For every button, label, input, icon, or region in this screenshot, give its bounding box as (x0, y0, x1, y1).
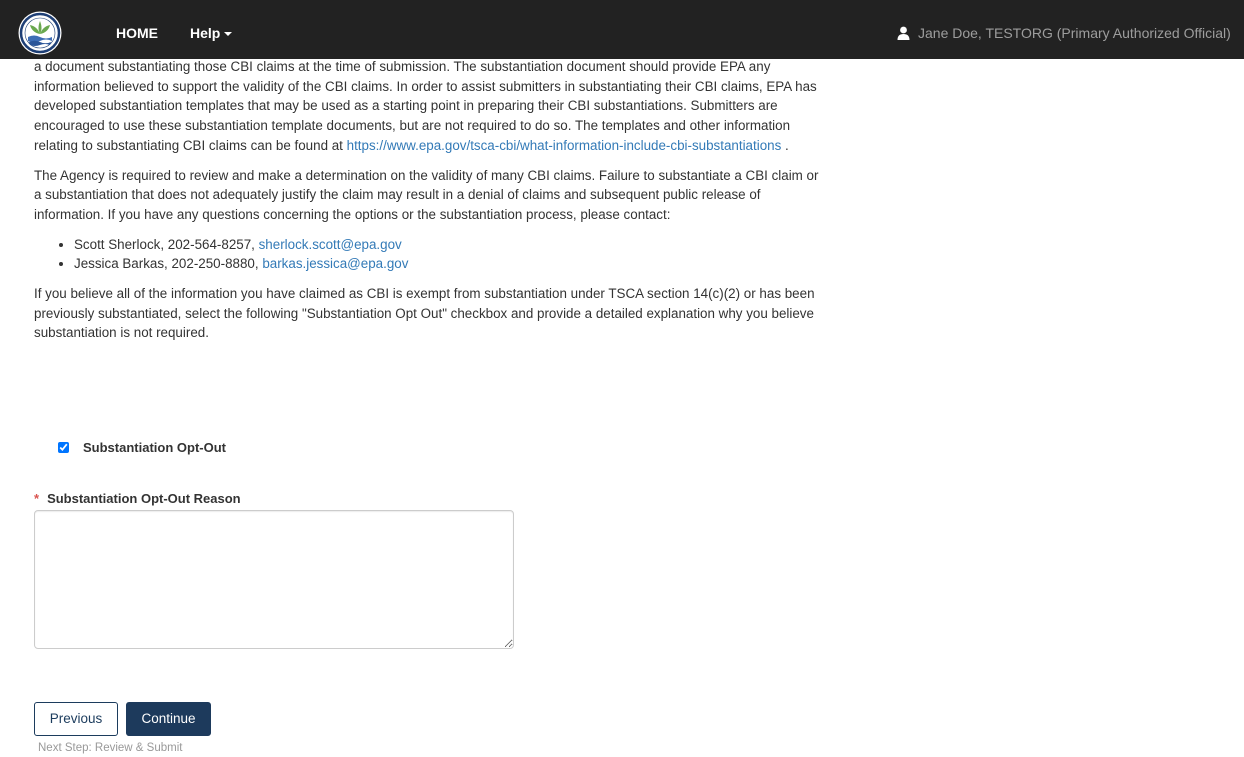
contact-item: Scott Sherlock, 202-564-8257, sherlock.s… (74, 235, 829, 255)
opt-out-reason-textarea[interactable] (34, 510, 514, 649)
nav-help-dropdown[interactable]: Help (190, 25, 233, 41)
previous-button[interactable]: Previous (34, 702, 118, 736)
caret-down-icon (224, 32, 233, 37)
contact-list: Scott Sherlock, 202-564-8257, sherlock.s… (34, 235, 829, 274)
substantiation-opt-out-checkbox-row[interactable]: Substantiation Opt-Out (58, 440, 226, 456)
contact-text: Jessica Barkas, 202-250-8880, (74, 256, 263, 272)
nav-home-link[interactable]: HOME (116, 25, 158, 41)
substantiation-opt-out-checkbox[interactable] (58, 442, 69, 453)
nav-help-label: Help (190, 25, 221, 41)
nav-home-label: HOME (116, 25, 158, 41)
epa-seal-logo-icon[interactable] (18, 11, 62, 55)
required-marker: * (34, 491, 40, 506)
opt-out-reason-label: * Substantiation Opt-Out Reason (34, 491, 241, 507)
contact-email-link[interactable]: sherlock.scott@epa.gov (259, 237, 402, 252)
agency-review-paragraph: The Agency is required to review and mak… (34, 167, 819, 222)
substantiation-intro-paragraph: a document substantiating those CBI clai… (34, 57, 829, 156)
contact-email-link[interactable]: barkas.jessica@epa.gov (262, 256, 408, 271)
cbi-substantiation-link[interactable]: https://www.epa.gov/tsca-cbi/what-inform… (347, 138, 782, 153)
user-icon (897, 26, 910, 40)
intro-end: . (781, 137, 789, 153)
contact-text: Scott Sherlock, 202-564-8257, (74, 236, 259, 252)
contact-item: Jessica Barkas, 202-250-8880, barkas.jes… (74, 254, 829, 274)
opt-out-label: Substantiation Opt-Out (83, 440, 226, 455)
user-name-label: Jane Doe, TESTORG (Primary Authorized Of… (918, 25, 1231, 41)
main-content: a document substantiating those CBI clai… (34, 57, 829, 353)
top-navbar: HOME Help Jane Doe, TESTORG (Primary Aut… (0, 0, 1244, 59)
opt-out-reason-label-text: Substantiation Opt-Out Reason (47, 491, 241, 506)
next-step-hint: Next Step: Review & Submit (38, 742, 183, 754)
user-menu[interactable]: Jane Doe, TESTORG (Primary Authorized Of… (897, 25, 1231, 41)
opt-out-instructions-paragraph: If you believe all of the information yo… (34, 286, 815, 341)
continue-button[interactable]: Continue (126, 702, 211, 736)
